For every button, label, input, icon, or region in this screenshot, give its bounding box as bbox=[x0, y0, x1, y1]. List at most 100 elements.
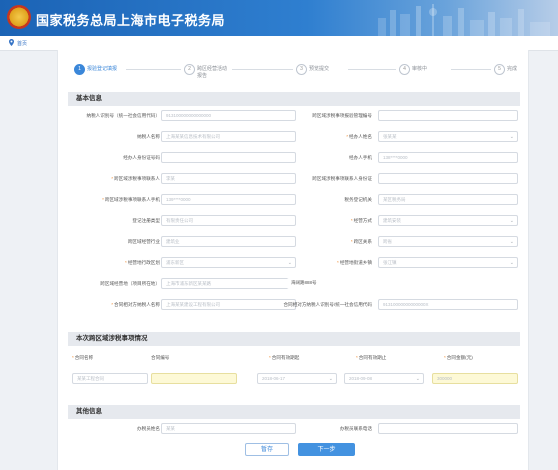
site-title: 国家税务总局上海市电子税务局 bbox=[36, 13, 226, 28]
chevron-down-icon: ⌄ bbox=[509, 218, 514, 224]
field-label: *经办人姓名 bbox=[346, 131, 372, 142]
header-text: 合同编号 bbox=[151, 355, 170, 360]
chevron-down-icon: ⌄ bbox=[415, 376, 420, 382]
field-value: 913100000000000000 bbox=[166, 113, 212, 118]
select-field[interactable]: 跨省 ⌄ bbox=[378, 236, 518, 247]
table-cell-input[interactable]: 300000 bbox=[432, 373, 518, 384]
field-label-text: 经办人姓名 bbox=[349, 134, 372, 139]
text-input[interactable]: 91310000000000000X bbox=[378, 299, 518, 310]
select-field[interactable]: 张某某 ⌄ bbox=[378, 131, 518, 142]
text-input[interactable] bbox=[161, 152, 296, 163]
cell-value: 2018-06-17 bbox=[262, 376, 286, 381]
field-label: *跨区关系 bbox=[351, 236, 372, 247]
step-number: 5 bbox=[494, 64, 505, 75]
cell-value: 2018-09-08 bbox=[349, 376, 373, 381]
text-input[interactable] bbox=[378, 423, 518, 434]
section-title-matters: 本次跨区域涉税事项情况 bbox=[68, 332, 520, 346]
select-field[interactable]: 浦东新区 ⌄ bbox=[161, 257, 296, 268]
field-label: *合同相对方纳税人名称 bbox=[111, 299, 160, 310]
field-label-text: 跨区域涉税事项联系人 bbox=[114, 176, 160, 181]
required-mark: * bbox=[269, 355, 271, 360]
field-value: 海阔路888号 bbox=[291, 280, 317, 285]
text-input[interactable]: 某某 bbox=[161, 423, 296, 434]
table-cell-input[interactable] bbox=[151, 373, 237, 384]
chevron-down-icon: ⌄ bbox=[328, 376, 333, 382]
field-label: 办税员联系电话 bbox=[340, 423, 372, 434]
required-mark: * bbox=[444, 355, 446, 360]
field-label: 跨区域经营地（项目所在地） bbox=[100, 278, 160, 289]
step-number: 1 bbox=[74, 64, 85, 75]
table-header: 合同编号 bbox=[151, 355, 169, 361]
text-input[interactable]: 李某 bbox=[161, 173, 296, 184]
step-label: 预览提交 bbox=[309, 66, 330, 72]
select-field[interactable]: 张江镇 ⌄ bbox=[378, 257, 518, 268]
text-input[interactable]: 上海市浦东新区某某路 bbox=[161, 278, 296, 289]
location-pin-icon bbox=[9, 39, 14, 46]
text-input[interactable]: 海阔路888号 bbox=[287, 278, 516, 289]
field-label-text: 办税员姓名 bbox=[137, 426, 160, 431]
cell-value: 某某工程合同 bbox=[77, 376, 104, 381]
field-label: *跨区域涉税事项联系人手机 bbox=[102, 194, 160, 205]
table-header: *合同名称 bbox=[72, 355, 93, 361]
field-value: 跨省 bbox=[383, 239, 392, 244]
step-label: 跨区经营活动报告 bbox=[197, 66, 228, 79]
text-input[interactable] bbox=[378, 173, 518, 184]
field-label: *经营地街道乡镇 bbox=[337, 257, 372, 268]
required-mark: * bbox=[350, 239, 353, 244]
field-label-text: 跨区域涉税事项联系人身份证 bbox=[312, 176, 372, 181]
table-cell-input[interactable]: 某某工程合同 bbox=[72, 373, 148, 384]
step-label: 完成 bbox=[507, 66, 518, 72]
field-label-text: 办税员联系电话 bbox=[339, 426, 372, 431]
field-label-text: 经营地行政区划 bbox=[127, 260, 160, 265]
date-picker[interactable]: 2018-06-17 ⌄ bbox=[257, 373, 337, 384]
text-input[interactable]: 上海某某信息技术有限公司 bbox=[161, 131, 296, 142]
required-mark: * bbox=[346, 134, 349, 139]
site-header: 国家税务总局上海市电子税务局 bbox=[0, 0, 558, 36]
text-input[interactable] bbox=[378, 110, 518, 121]
breadcrumb: 首页 bbox=[0, 36, 558, 51]
required-mark: * bbox=[111, 302, 114, 307]
field-value: 建筑安装 bbox=[383, 218, 401, 223]
select-field[interactable]: 建筑安装 ⌄ bbox=[378, 215, 518, 226]
field-value: 139****0000 bbox=[166, 197, 191, 202]
field-label: 经办人手机 bbox=[349, 152, 372, 163]
field-label-text: 经办人手机 bbox=[349, 155, 372, 160]
field-label-text: 跨区域经营地（项目所在地） bbox=[100, 281, 160, 286]
section-title-other: 其他信息 bbox=[68, 405, 520, 419]
field-label: *经营方式 bbox=[351, 215, 372, 226]
required-mark: * bbox=[350, 218, 353, 223]
step-label: 审核中 bbox=[412, 66, 428, 72]
field-label-text: 经营方式 bbox=[353, 218, 372, 223]
text-input[interactable]: 139****0000 bbox=[161, 194, 296, 205]
required-mark: * bbox=[111, 176, 114, 181]
field-value: 张江镇 bbox=[383, 260, 397, 265]
header-text: 合同名称 bbox=[74, 355, 94, 360]
field-label-text: 纳税人名称 bbox=[137, 134, 160, 139]
progress-steps: 1 报验登记填报 2 跨区经营活动报告 3 预览提交 4 审核中 5 完成 bbox=[58, 64, 528, 84]
tax-emblem-icon bbox=[7, 5, 31, 29]
field-label: 税务登记机关 bbox=[344, 194, 372, 205]
field-label-text: 登记注册类型 bbox=[132, 218, 160, 223]
date-picker[interactable]: 2018-09-08 ⌄ bbox=[344, 373, 424, 384]
save-draft-button[interactable]: 暂存 bbox=[245, 443, 289, 456]
text-input[interactable]: 138****0000 bbox=[378, 152, 518, 163]
field-label-text: 合同相对方纳税人名称 bbox=[114, 302, 160, 307]
text-input[interactable]: 上海某某建设工程有限公司 bbox=[161, 299, 296, 310]
text-input[interactable]: 913100000000000000 bbox=[161, 110, 296, 121]
field-label-text: 合同相对方纳税人识别号/统一社会信用代码 bbox=[283, 302, 372, 307]
field-label-text: 跨区域涉税事项联系人手机 bbox=[104, 197, 160, 202]
text-input[interactable]: 建筑业 bbox=[161, 236, 296, 247]
breadcrumb-home-link[interactable]: 首页 bbox=[17, 40, 27, 47]
text-input[interactable]: 有限责任公司 bbox=[161, 215, 296, 226]
required-mark: * bbox=[125, 260, 127, 265]
section-title-basic: 基本信息 bbox=[68, 92, 520, 106]
field-label-text: 经营地街道乡镇 bbox=[339, 260, 372, 265]
field-label: *经营地行政区划 bbox=[125, 257, 160, 268]
field-value: 建筑业 bbox=[166, 239, 180, 244]
text-input[interactable]: 某区税务局 bbox=[378, 194, 518, 205]
table-header: *合同金额(元) bbox=[444, 355, 473, 361]
next-step-button[interactable]: 下一步 bbox=[298, 443, 355, 456]
field-value: 有限责任公司 bbox=[166, 218, 193, 223]
form-panel: 1 报验登记填报 2 跨区经营活动报告 3 预览提交 4 审核中 5 完成 基本信息 纳税人识别号… bbox=[57, 50, 529, 470]
chevron-down-icon: ⌄ bbox=[287, 260, 292, 266]
